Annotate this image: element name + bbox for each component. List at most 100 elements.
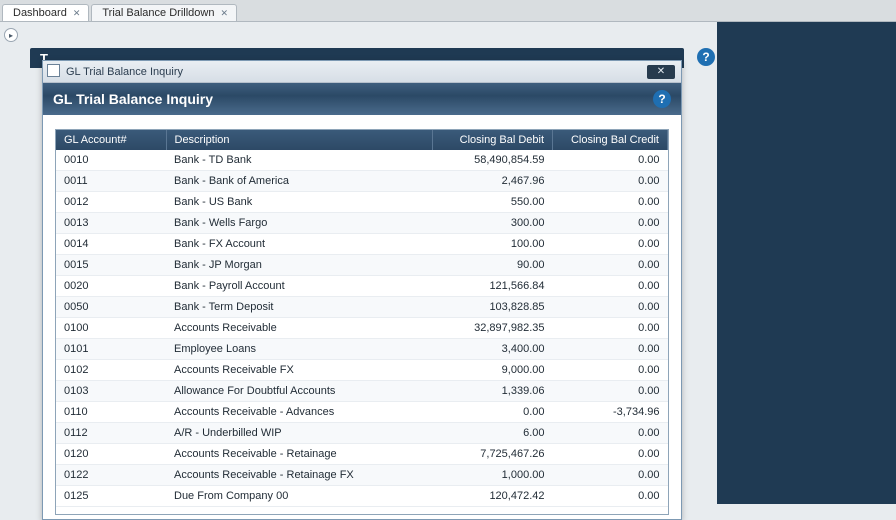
cell-closing-credit: 0.00 [553, 360, 668, 381]
cell-description: Bank - Bank of America [166, 171, 433, 192]
cell-closing-credit: 0.00 [553, 171, 668, 192]
cell-closing-debit: 9,000.00 [433, 360, 553, 381]
cell-closing-debit: 120,472.42 [433, 486, 553, 507]
cell-closing-credit: 0.00 [553, 255, 668, 276]
cell-closing-credit: 0.00 [553, 444, 668, 465]
cell-closing-debit: 121,566.84 [433, 276, 553, 297]
dialog-titlebar[interactable]: GL Trial Balance Inquiry ✕ [43, 61, 681, 83]
cell-closing-credit: -3,734.96 [553, 402, 668, 423]
cell-closing-credit: 0.00 [553, 318, 668, 339]
table-row[interactable]: 0050Bank - Term Deposit103,828.850.00 [56, 297, 668, 318]
cell-closing-debit: 90.00 [433, 255, 553, 276]
dialog-titlebar-text: GL Trial Balance Inquiry [66, 66, 183, 78]
cell-description: Employee Loans [166, 339, 433, 360]
table-row[interactable]: 0102Accounts Receivable FX9,000.000.00 [56, 360, 668, 381]
cell-description: Accounts Receivable - Retainage [166, 444, 433, 465]
table-row[interactable]: 0101Employee Loans3,400.000.00 [56, 339, 668, 360]
cell-closing-credit: 0.00 [553, 339, 668, 360]
cell-description: Accounts Receivable - Advances [166, 402, 433, 423]
cell-description: Bank - Payroll Account [166, 276, 433, 297]
cell-closing-debit: 2,467.96 [433, 171, 553, 192]
cell-description: Accounts Receivable [166, 318, 433, 339]
cell-description: Bank - US Bank [166, 192, 433, 213]
table-row[interactable]: 0013Bank - Wells Fargo300.000.00 [56, 213, 668, 234]
grid-header-row: GL Account# Description Closing Bal Debi… [56, 130, 668, 150]
cell-closing-debit: 0.00 [433, 402, 553, 423]
gl-trial-balance-inquiry-dialog: GL Trial Balance Inquiry ✕ GL Trial Bala… [42, 60, 682, 520]
cell-gl-account: 0102 [56, 360, 166, 381]
window-icon [49, 66, 60, 77]
cell-gl-account: 0010 [56, 150, 166, 171]
cell-gl-account: 0101 [56, 339, 166, 360]
cell-closing-credit: 0.00 [553, 150, 668, 171]
cell-gl-account: 0020 [56, 276, 166, 297]
grid-container: GL Account# Description Closing Bal Debi… [55, 129, 669, 515]
expand-sidebar-button[interactable]: ▸ [4, 28, 18, 42]
cell-closing-credit: 0.00 [553, 213, 668, 234]
table-row[interactable]: 0011Bank - Bank of America2,467.960.00 [56, 171, 668, 192]
cell-closing-credit: 0.00 [553, 234, 668, 255]
dialog-close-button[interactable]: ✕ [647, 65, 675, 79]
cell-description: Allowance For Doubtful Accounts [166, 381, 433, 402]
table-row[interactable]: 0103Allowance For Doubtful Accounts1,339… [56, 381, 668, 402]
dialog-header-text: GL Trial Balance Inquiry [53, 91, 213, 107]
help-icon[interactable]: ? [653, 90, 671, 108]
cell-description: Bank - JP Morgan [166, 255, 433, 276]
help-icon[interactable]: ? [697, 48, 715, 66]
cell-closing-debit: 550.00 [433, 192, 553, 213]
cell-description: Bank - TD Bank [166, 150, 433, 171]
cell-gl-account: 0112 [56, 423, 166, 444]
cell-gl-account: 0125 [56, 486, 166, 507]
cell-gl-account: 0122 [56, 465, 166, 486]
table-row[interactable]: 0110Accounts Receivable - Advances0.00-3… [56, 402, 668, 423]
table-row[interactable]: 0020Bank - Payroll Account121,566.840.00 [56, 276, 668, 297]
cell-gl-account: 0012 [56, 192, 166, 213]
cell-gl-account: 0110 [56, 402, 166, 423]
col-header-gl-account[interactable]: GL Account# [56, 130, 166, 150]
cell-closing-credit: 0.00 [553, 423, 668, 444]
grid-scroll-area[interactable]: GL Account# Description Closing Bal Debi… [56, 130, 668, 514]
cell-closing-debit: 7,725,467.26 [433, 444, 553, 465]
dialog-header: GL Trial Balance Inquiry ? [43, 83, 681, 115]
cell-gl-account: 0120 [56, 444, 166, 465]
table-row[interactable]: 0010Bank - TD Bank58,490,854.590.00 [56, 150, 668, 171]
tab-label: Trial Balance Drilldown [102, 7, 214, 19]
cell-description: Accounts Receivable FX [166, 360, 433, 381]
cell-gl-account: 0103 [56, 381, 166, 402]
dialog-body: GL Account# Description Closing Bal Debi… [43, 115, 681, 519]
tab-label: Dashboard [13, 7, 67, 19]
cell-gl-account: 0011 [56, 171, 166, 192]
table-row[interactable]: 0100Accounts Receivable32,897,982.350.00 [56, 318, 668, 339]
table-row[interactable]: 0120Accounts Receivable - Retainage7,725… [56, 444, 668, 465]
tab-strip: Dashboard ✕ Trial Balance Drilldown ✕ [0, 0, 896, 22]
table-row[interactable]: 0015Bank - JP Morgan90.000.00 [56, 255, 668, 276]
cell-closing-debit: 32,897,982.35 [433, 318, 553, 339]
tab-dashboard[interactable]: Dashboard ✕ [2, 4, 89, 21]
table-row[interactable]: 0014Bank - FX Account100.000.00 [56, 234, 668, 255]
table-row[interactable]: 0112A/R - Underbilled WIP6.000.00 [56, 423, 668, 444]
cell-closing-credit: 0.00 [553, 297, 668, 318]
close-icon[interactable]: ✕ [73, 8, 81, 19]
cell-closing-credit: 0.00 [553, 381, 668, 402]
cell-description: Accounts Receivable - Retainage FX [166, 465, 433, 486]
cell-closing-credit: 0.00 [553, 276, 668, 297]
col-header-description[interactable]: Description [166, 130, 433, 150]
workspace: ▸ T ? GL Trial Balance Inquiry ✕ GL Tria… [0, 22, 896, 504]
cell-closing-debit: 3,400.00 [433, 339, 553, 360]
cell-description: Bank - Wells Fargo [166, 213, 433, 234]
table-row[interactable]: 0122Accounts Receivable - Retainage FX1,… [56, 465, 668, 486]
cell-closing-debit: 1,339.06 [433, 381, 553, 402]
cell-closing-debit: 100.00 [433, 234, 553, 255]
table-row[interactable]: 0012Bank - US Bank550.000.00 [56, 192, 668, 213]
cell-description: Bank - FX Account [166, 234, 433, 255]
cell-closing-credit: 0.00 [553, 486, 668, 507]
col-header-closing-debit[interactable]: Closing Bal Debit [433, 130, 553, 150]
cell-closing-credit: 0.00 [553, 192, 668, 213]
tab-trial-balance-drilldown[interactable]: Trial Balance Drilldown ✕ [91, 4, 237, 21]
cell-closing-credit: 0.00 [553, 465, 668, 486]
col-header-closing-credit[interactable]: Closing Bal Credit [553, 130, 668, 150]
table-row[interactable]: 0125Due From Company 00120,472.420.00 [56, 486, 668, 507]
close-icon[interactable]: ✕ [220, 8, 228, 19]
cell-description: Due From Company 00 [166, 486, 433, 507]
cell-closing-debit: 300.00 [433, 213, 553, 234]
